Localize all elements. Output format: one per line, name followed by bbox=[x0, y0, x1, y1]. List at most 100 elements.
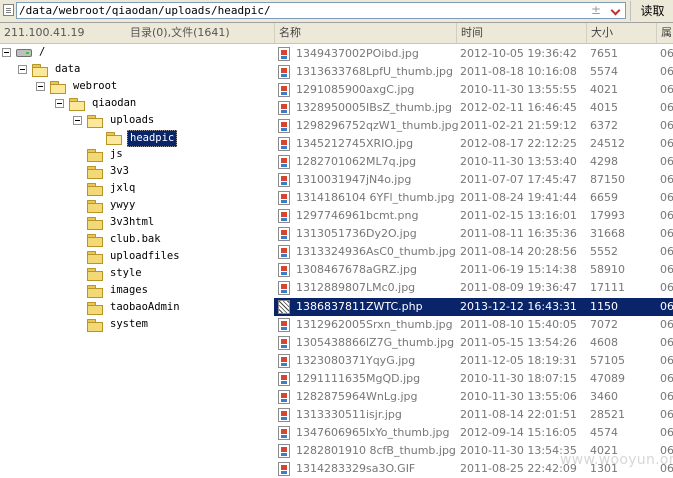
file-row[interactable]: 1291111635MgQD.jpg 2010-11-30 18:07:15 4… bbox=[274, 370, 673, 388]
folder-icon bbox=[87, 285, 103, 298]
image-file-icon bbox=[278, 281, 290, 295]
image-file-icon bbox=[278, 372, 290, 386]
file-size: 31668 bbox=[590, 227, 625, 240]
file-time: 2010-11-30 13:53:40 bbox=[460, 155, 577, 168]
file-row[interactable]: 1345212745XRIO.jpg 2012-08-17 22:12:25 2… bbox=[274, 135, 673, 153]
file-row[interactable]: 1347606965lxYo_thumb.jpg 2012-09-14 15:1… bbox=[274, 424, 673, 442]
file-time: 2011-08-09 19:36:47 bbox=[460, 281, 577, 294]
file-name: 1298296752qzW1_thumb.jpg bbox=[296, 119, 459, 132]
image-file-icon bbox=[278, 191, 290, 205]
tree-node-label: uploadfiles bbox=[110, 250, 180, 262]
file-row[interactable]: 1313330511isjr.jpg 2011-08-14 22:01:51 2… bbox=[274, 406, 673, 424]
file-time: 2011-08-14 20:28:56 bbox=[460, 245, 577, 258]
file-size: 5552 bbox=[590, 245, 618, 258]
image-file-icon bbox=[278, 245, 290, 259]
tree-node-label: ywyy bbox=[110, 199, 136, 211]
image-file-icon bbox=[278, 318, 290, 332]
file-row[interactable]: 1312889807LMc0.jpg 2011-08-09 19:36:47 1… bbox=[274, 279, 673, 297]
file-row[interactable]: 1310031947jN4o.jpg 2011-07-07 17:45:47 8… bbox=[274, 171, 673, 189]
file-time: 2011-06-19 15:14:38 bbox=[460, 263, 577, 276]
file-size: 5574 bbox=[590, 65, 618, 78]
file-row[interactable]: 1308467678aGRZ.jpg 2011-06-19 15:14:38 5… bbox=[274, 261, 673, 279]
file-time: 2011-05-15 13:54:26 bbox=[460, 336, 577, 349]
column-header-size[interactable]: 大小 bbox=[586, 23, 656, 43]
directory-tree: / data webroot qiaodan uploads headpic j… bbox=[0, 44, 275, 473]
file-name: 1312962005Srxn_thumb.jpg bbox=[296, 318, 453, 331]
tree-node-label-selected: headpic bbox=[127, 130, 178, 147]
collapse-icon[interactable] bbox=[55, 99, 64, 108]
folder-open-icon bbox=[50, 81, 66, 94]
file-attr: 0666 bbox=[660, 65, 673, 78]
folder-icon bbox=[87, 251, 103, 264]
image-file-icon bbox=[278, 390, 290, 404]
folder-icon bbox=[87, 319, 103, 332]
file-name: 1345212745XRIO.jpg bbox=[296, 137, 414, 150]
file-name: 1305438866lZ7G_thumb.jpg bbox=[296, 336, 455, 349]
image-file-icon bbox=[278, 155, 290, 169]
file-row[interactable]: 1305438866lZ7G_thumb.jpg 2011-05-15 13:5… bbox=[274, 334, 673, 352]
chevron-down-icon[interactable] bbox=[609, 3, 623, 17]
file-row[interactable]: 1291085900axgC.jpg 2010-11-30 13:55:55 4… bbox=[274, 81, 673, 99]
file-row[interactable]: 1328950005IBsZ_thumb.jpg 2012-02-11 16:4… bbox=[274, 99, 673, 117]
collapse-icon[interactable] bbox=[2, 48, 11, 57]
file-time: 2010-11-30 13:55:06 bbox=[460, 390, 577, 403]
tree-node-label: webroot bbox=[73, 80, 118, 92]
file-attr: 0666 bbox=[660, 101, 673, 114]
file-time: 2013-12-12 16:43:31 bbox=[460, 300, 577, 313]
file-row[interactable]: 1298296752qzW1_thumb.jpg 2011-02-21 21:5… bbox=[274, 117, 673, 135]
tree-node-label: taobaoAdmin bbox=[110, 301, 180, 313]
folder-open-icon bbox=[32, 64, 48, 77]
file-size: 57105 bbox=[590, 354, 625, 367]
file-time: 2011-12-05 18:19:31 bbox=[460, 354, 577, 367]
file-name: 1282801910 8cfB_thumb.jpg bbox=[296, 444, 456, 457]
file-name: 1297746961bcmt.png bbox=[296, 209, 419, 222]
collapse-icon[interactable] bbox=[73, 116, 82, 125]
path-input[interactable]: /data/webroot/qiaodan/uploads/headpic/ bbox=[16, 2, 626, 19]
image-file-icon bbox=[278, 173, 290, 187]
collapse-icon[interactable] bbox=[18, 65, 27, 74]
file-row[interactable]: 1282701062ML7q.jpg 2010-11-30 13:53:40 4… bbox=[274, 153, 673, 171]
file-size: 4015 bbox=[590, 101, 618, 114]
file-time: 2012-02-11 16:46:45 bbox=[460, 101, 577, 114]
file-row[interactable]: 1314186104 6YFl_thumb.jpg 2011-08-24 19:… bbox=[274, 189, 673, 207]
read-button[interactable]: 读取 bbox=[630, 1, 673, 21]
column-header-attr[interactable]: 属性 bbox=[656, 23, 673, 43]
file-attr: 0666 bbox=[660, 137, 673, 150]
tree-node-label: 3v3 bbox=[110, 165, 129, 177]
file-row[interactable]: 1313051736Dy2O.jpg 2011-08-11 16:35:36 3… bbox=[274, 225, 673, 243]
file-time: 2011-08-18 10:16:08 bbox=[460, 65, 577, 78]
tree-node-label: jxlq bbox=[110, 182, 136, 194]
file-time: 2011-02-21 21:59:12 bbox=[460, 119, 577, 132]
file-name: 1312889807LMc0.jpg bbox=[296, 281, 416, 294]
tree-node-label: js bbox=[110, 148, 123, 160]
image-file-icon bbox=[278, 101, 290, 115]
collapse-icon[interactable] bbox=[36, 82, 45, 91]
file-row[interactable]: 1349437002POibd.jpg 2012-10-05 19:36:42 … bbox=[274, 45, 673, 63]
file-row[interactable]: 1312962005Srxn_thumb.jpg 2011-08-10 15:4… bbox=[274, 316, 673, 334]
file-name: 1328950005IBsZ_thumb.jpg bbox=[296, 101, 453, 114]
tree-node-label: / bbox=[39, 46, 46, 58]
file-row-selected[interactable]: 1386837811ZWTC.php 2013-12-12 16:43:31 1… bbox=[274, 298, 673, 316]
file-name: 1313324936AsC0_thumb.jpg bbox=[296, 245, 456, 258]
file-size: 4021 bbox=[590, 83, 618, 96]
file-row[interactable]: 1313633768LpfU_thumb.jpg 2011-08-18 10:1… bbox=[274, 63, 673, 81]
file-row[interactable]: 1313324936AsC0_thumb.jpg 2011-08-14 20:2… bbox=[274, 243, 673, 261]
tree-node-label: uploads bbox=[110, 114, 155, 126]
column-header-time[interactable]: 时间 bbox=[456, 23, 586, 43]
file-time: 2011-08-11 16:35:36 bbox=[460, 227, 577, 240]
file-row[interactable]: 1297746961bcmt.png 2011-02-15 13:16:01 1… bbox=[274, 207, 673, 225]
plus-minus-icon[interactable]: ± bbox=[591, 3, 601, 17]
file-attr: 0666 bbox=[660, 245, 673, 258]
image-file-icon bbox=[278, 444, 290, 458]
file-attr: 0666 bbox=[660, 47, 673, 60]
file-name: 1308467678aGRZ.jpg bbox=[296, 263, 417, 276]
file-size: 24512 bbox=[590, 137, 625, 150]
address-list-icon bbox=[3, 4, 14, 16]
file-list: 1349437002POibd.jpg 2012-10-05 19:36:42 … bbox=[274, 44, 673, 476]
column-header-name[interactable]: 名称 bbox=[274, 23, 456, 43]
file-attr: 0666 bbox=[660, 300, 673, 313]
file-attr: 0666 bbox=[660, 227, 673, 240]
file-name: 1323080371YqyG.jpg bbox=[296, 354, 416, 367]
file-row[interactable]: 1282875964WnLg.jpg 2010-11-30 13:55:06 3… bbox=[274, 388, 673, 406]
file-row[interactable]: 1323080371YqyG.jpg 2011-12-05 18:19:31 5… bbox=[274, 352, 673, 370]
